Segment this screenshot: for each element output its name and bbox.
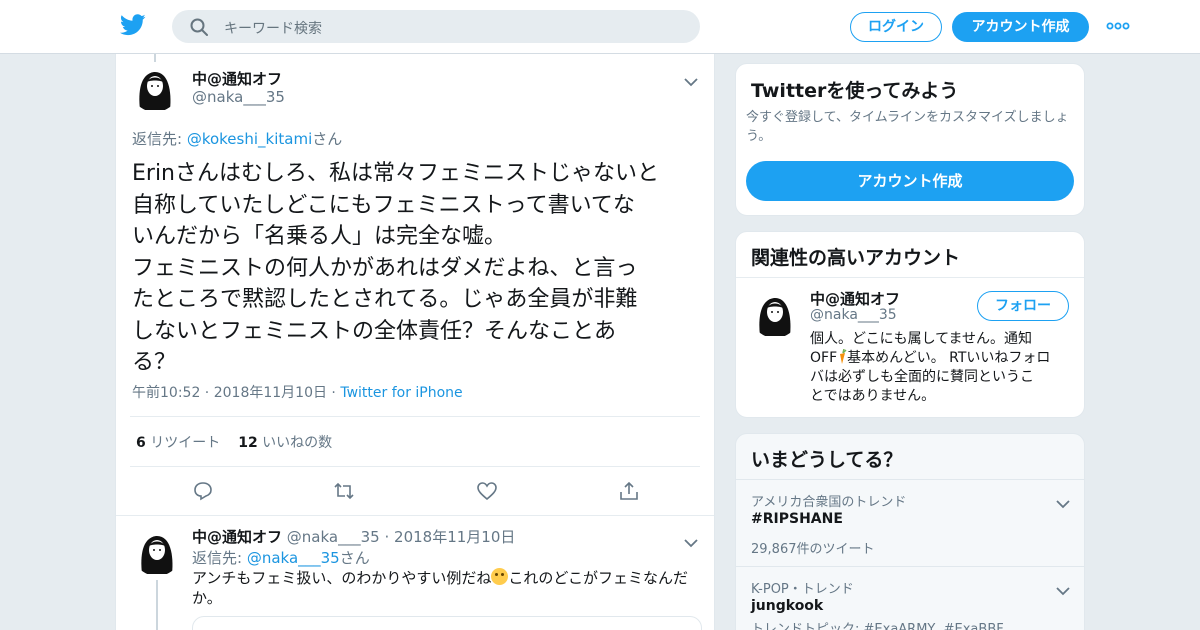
avatar[interactable] [132,526,182,576]
search-icon [190,18,208,36]
thread-connector [156,580,158,630]
trend-context: アメリカ合衆国のトレンド [751,495,907,510]
carrot-icon [837,348,847,365]
thread-connector [154,54,156,62]
related-account-bio: 個人。どこにも属してません。通知 OFF 基本めんどい。 RTいいねフォロ バは必… [810,331,1051,404]
tweet-time: 午前10:52 [132,385,201,401]
trend-count: 29,867件のツイート [751,542,875,557]
avatar[interactable] [750,288,800,338]
avatar[interactable] [130,62,180,112]
top-navigation-bar: キーワード検索 ログイン アカウント作成 [0,0,1200,54]
reply-author-name[interactable]: 中@通知オフ [192,528,282,546]
signup-prompt-card: Twitterを使ってみよう 今すぐ登録して、タイムラインをカスタマイズしましょ… [735,63,1085,216]
search-input[interactable]: キーワード検索 [224,18,322,38]
related-accounts-card: 関連性の高いアカウント 中@通知オフ @naka___35 フォロー 個人。どこ… [735,231,1085,418]
reply-header: 中@通知オフ @naka___35 · 2018年11月10日 [192,528,516,546]
like-stat[interactable]: 12 いいねの数 [238,435,332,451]
login-button[interactable]: ログイン [850,12,942,42]
trend-name[interactable]: jungkook [751,598,823,614]
trend-context: K-POP・トレンド [751,582,854,597]
tweet-text-line: フェミニストの何人かがあれはダメだよね、と言っ [132,255,638,281]
share-icon[interactable] [618,480,640,502]
author-name[interactable]: 中@通知オフ [192,68,282,89]
more-options-icon[interactable] [1106,18,1130,34]
tweet-date: 2018年11月10日 [213,385,327,401]
tweet-text-line: る？ [132,350,177,375]
chevron-down-icon[interactable] [1056,581,1070,596]
tweet-text-line: いんだから「名乗る人」は完全な嘘。 [132,224,507,249]
signup-button[interactable]: アカウント作成 [952,12,1089,42]
create-account-button[interactable]: アカウント作成 [746,161,1074,201]
search-bar[interactable]: キーワード検索 [172,10,700,43]
divider [736,479,1084,480]
card-title: 関連性の高いアカウント [751,247,961,269]
tweet-permalink-column: 中@通知オフ @naka___35 返信先: @kokeshi_kitamiさん… [115,54,715,630]
related-account-handle[interactable]: @naka___35 [810,307,897,323]
trend-topics: トレンドトピック: #ExaARMY, #ExaBBF [751,622,1004,630]
tweet-stats: 6 リツイート 12 いいねの数 [136,432,332,452]
tweet-source-link[interactable]: Twitter for iPhone [340,385,462,401]
tweet-text-line: たところで黙認したとされてる。じゃあ全員が非難 [132,287,638,312]
reply-date[interactable]: 2018年11月10日 [394,528,515,546]
chevron-down-icon[interactable] [1056,494,1070,509]
thinking-face-icon [491,568,509,585]
retweet-stat[interactable]: 6 リツイート [136,435,220,451]
card-title: Twitterを使ってみよう [751,80,959,102]
reply-to-link[interactable]: @naka___35 [247,549,340,567]
card-title: いまどうしてる？ [751,449,903,471]
follow-button[interactable]: フォロー [977,291,1069,321]
tweet-text: Erinさんはむしろ、私は常々フェミニストじゃないと 自称していたしどこにもフェ… [132,158,702,379]
divider [130,466,700,467]
divider [736,566,1084,567]
like-heart-icon[interactable] [476,480,498,502]
tweet-text-line: Erinさんはむしろ、私は常々フェミニストじゃないと [132,161,660,186]
tweet-text-line: 自称していたしどこにもフェミニストって書いてな [132,192,635,218]
reply-author-handle[interactable]: @naka___35 [287,528,380,546]
trend-name[interactable]: #RIPSHANE [751,511,843,527]
chevron-down-icon[interactable] [684,533,698,548]
tweet-metadata: 午前10:52 · 2018年11月10日 · Twitter for iPho… [132,385,463,401]
reply-context: 返信先: @kokeshi_kitamiさん [132,130,343,148]
retweet-icon[interactable] [333,480,355,502]
divider [116,515,714,516]
quoted-tweet-card[interactable] [192,616,702,630]
author-handle[interactable]: @naka___35 [192,88,285,106]
twitter-bird-icon[interactable] [119,14,146,38]
reply-text: アンチもフェミ扱い、のわかりやすい例だね これのどこがフェミなんだ か。 [192,568,688,607]
divider [130,416,700,417]
related-account-name[interactable]: 中@通知オフ [810,288,900,309]
divider [736,277,1084,278]
tweet-text-line: しないとフェミニストの全体責任？そんなことあ [132,318,617,344]
chevron-down-icon[interactable] [684,72,698,87]
reply-to-link[interactable]: @kokeshi_kitami [187,130,312,148]
reply-context: 返信先: @naka___35さん [192,549,370,567]
trends-card: いまどうしてる？ アメリカ合衆国のトレンド #RIPSHANE 29,867件の… [735,433,1085,630]
signup-description: 今すぐ登録して、タイムラインをカスタマイズしましょう。 [746,110,1069,144]
reply-icon[interactable] [192,480,214,502]
